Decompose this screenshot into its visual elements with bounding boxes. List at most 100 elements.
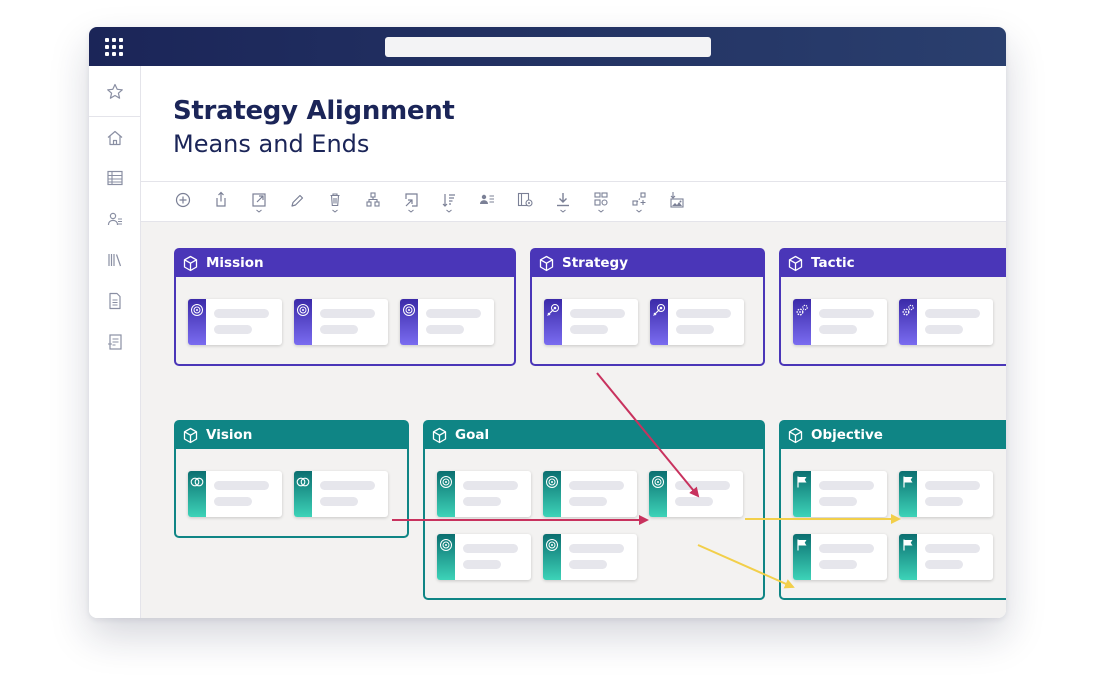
mission-card[interactable]	[188, 299, 282, 345]
report-icon[interactable]	[105, 332, 125, 352]
placeholder-line	[426, 309, 481, 318]
placeholder-line	[569, 497, 607, 506]
target-icon	[546, 476, 558, 488]
target-icon	[652, 476, 664, 488]
edit-icon[interactable]	[284, 188, 310, 216]
group-tactic[interactable]: Tactic	[779, 248, 1006, 366]
group-strategy[interactable]: Strategy	[530, 248, 765, 366]
page-title: Strategy Alignment	[173, 96, 455, 126]
toolbar	[141, 182, 1006, 222]
goal-card[interactable]	[437, 534, 531, 580]
vision-card[interactable]	[188, 471, 282, 517]
placeholder-line	[819, 497, 857, 506]
placeholder-line	[925, 560, 963, 569]
group-header: Goal	[425, 422, 763, 449]
page-header: Strategy Alignment Means and Ends	[141, 66, 1006, 182]
placeholder-line	[675, 497, 713, 506]
vision-card[interactable]	[294, 471, 388, 517]
placeholder-line	[320, 325, 358, 334]
goal-card[interactable]	[437, 471, 531, 517]
target-icon	[297, 304, 309, 316]
mission-card[interactable]	[294, 299, 388, 345]
placeholder-line	[925, 497, 963, 506]
placeholder-line	[925, 325, 963, 334]
target-icon	[191, 304, 203, 316]
group-vision[interactable]: Vision	[174, 420, 409, 538]
cube-icon	[788, 427, 803, 444]
star-icon[interactable]	[105, 82, 125, 102]
group-title: Strategy	[562, 255, 629, 271]
target-icon	[546, 539, 558, 551]
placeholder-line	[569, 560, 607, 569]
cube-icon	[788, 255, 803, 272]
image-export-icon[interactable]	[664, 188, 690, 216]
strategy-card[interactable]	[544, 299, 638, 345]
placeholder-line	[925, 481, 980, 490]
app-launcher-icon[interactable]	[105, 38, 123, 56]
sort-icon[interactable]	[436, 188, 462, 216]
placeholder-line	[819, 544, 874, 553]
add-icon[interactable]	[170, 188, 196, 216]
placeholder-line	[320, 497, 358, 506]
group-header: Vision	[176, 422, 407, 449]
connect-icon[interactable]	[626, 188, 652, 216]
group-header: Mission	[176, 250, 514, 277]
placeholder-line	[925, 544, 980, 553]
open-external-icon[interactable]	[246, 188, 272, 216]
group-mission[interactable]: Mission	[174, 248, 516, 366]
objective-card[interactable]	[899, 534, 993, 580]
placeholder-line	[463, 560, 501, 569]
gears-icon	[902, 304, 914, 316]
target-icon	[440, 476, 452, 488]
app-window: Strategy Alignment Means and Ends Missio…	[89, 27, 1006, 618]
library-icon[interactable]	[105, 250, 125, 270]
table-icon[interactable]	[105, 168, 125, 188]
address-bar[interactable]	[385, 37, 711, 57]
placeholder-line	[819, 481, 874, 490]
goal-card[interactable]	[543, 471, 637, 517]
tactic-card[interactable]	[899, 299, 993, 345]
share-icon[interactable]	[208, 188, 234, 216]
objective-card[interactable]	[793, 471, 887, 517]
placeholder-line	[320, 309, 375, 318]
download-icon[interactable]	[550, 188, 576, 216]
objective-card[interactable]	[899, 471, 993, 517]
group-goal[interactable]: Goal	[423, 420, 765, 600]
diagram-canvas[interactable]: Mission Strategy Tactic Vision Goal Obje…	[141, 222, 1006, 618]
strategy-card[interactable]	[650, 299, 744, 345]
sidebar-divider	[89, 116, 141, 117]
placeholder-line	[676, 309, 731, 318]
cube-icon	[539, 255, 554, 272]
tactic-card[interactable]	[793, 299, 887, 345]
settings-panel-icon[interactable]	[512, 188, 538, 216]
delete-icon[interactable]	[322, 188, 348, 216]
link-icon[interactable]	[398, 188, 424, 216]
sidebar	[89, 66, 141, 618]
flag-icon	[903, 476, 913, 488]
layout-icon[interactable]	[588, 188, 614, 216]
goal-card[interactable]	[543, 534, 637, 580]
flag-icon	[797, 539, 807, 551]
hierarchy-icon[interactable]	[360, 188, 386, 216]
placeholder-line	[214, 497, 252, 506]
cube-icon	[183, 427, 198, 444]
group-title: Mission	[206, 255, 264, 271]
mission-card[interactable]	[400, 299, 494, 345]
title-bar	[89, 27, 1006, 66]
goal-card[interactable]	[649, 471, 743, 517]
flag-icon	[903, 539, 913, 551]
assign-users-icon[interactable]	[474, 188, 500, 216]
placeholder-line	[463, 497, 501, 506]
users-icon[interactable]	[105, 209, 125, 229]
placeholder-line	[676, 325, 714, 334]
placeholder-line	[925, 309, 980, 318]
target-icon	[440, 539, 452, 551]
placeholder-line	[570, 325, 608, 334]
group-title: Goal	[455, 427, 490, 443]
document-icon[interactable]	[105, 291, 125, 311]
rocket-target-icon	[547, 304, 559, 316]
home-icon[interactable]	[105, 128, 125, 148]
objective-card[interactable]	[793, 534, 887, 580]
placeholder-line	[214, 325, 252, 334]
group-objective[interactable]: Objective	[779, 420, 1006, 600]
